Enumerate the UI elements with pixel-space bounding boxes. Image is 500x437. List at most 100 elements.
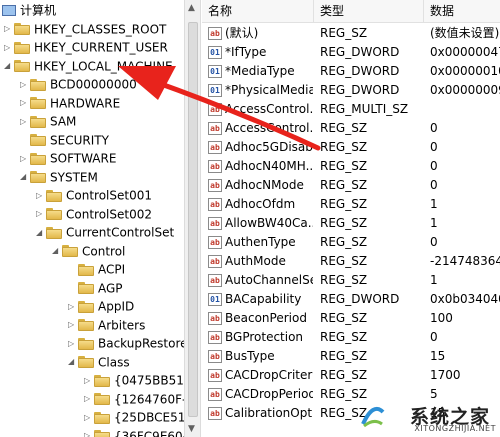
- collapsed-arrow-icon[interactable]: ▷: [20, 76, 30, 94]
- tree-item[interactable]: ◢ HKEY_LOCAL_MACHINE: [4, 57, 173, 75]
- collapsed-arrow-icon[interactable]: ▷: [84, 390, 94, 408]
- folder-icon: [30, 115, 46, 128]
- reg-string-icon: ab: [208, 274, 222, 287]
- scroll-up-icon[interactable]: ▲: [188, 3, 195, 13]
- reg-string-icon: ab: [208, 388, 222, 401]
- expanded-arrow-icon[interactable]: ◢: [52, 242, 62, 260]
- collapsed-arrow-icon[interactable]: ▷: [4, 20, 14, 38]
- tree-item-label: AppID: [98, 299, 135, 314]
- tree-item[interactable]: ▷ BackupRestore: [68, 334, 184, 352]
- reg-binary-icon: 01: [208, 293, 222, 306]
- list-item[interactable]: 01 BACapability REG_DWORD 0x0b034040: [202, 290, 500, 309]
- tree-item[interactable]: ▷ {1264760F-: [84, 390, 184, 408]
- tree-item[interactable]: ▷ {25DBCE51: [84, 408, 184, 426]
- tree-item[interactable]: ▷ ControlSet001: [36, 186, 152, 204]
- list-item[interactable]: ab AccessControl... REG_MULTI_SZ: [202, 100, 500, 119]
- collapsed-arrow-icon[interactable]: ▷: [20, 150, 30, 168]
- list-item[interactable]: abCACDropCriteria REG_SZ 1700: [202, 366, 500, 385]
- column-header-name[interactable]: 名称: [202, 0, 314, 22]
- list-item[interactable]: abAdhoc5GDisable REG_SZ 0: [202, 138, 500, 157]
- tree-item[interactable]: ▷ AppID: [68, 297, 134, 315]
- tree-item[interactable]: SECURITY: [20, 131, 109, 149]
- cell-type: REG_SZ: [320, 121, 368, 135]
- list-item[interactable]: ab AdhocOfdm REG_SZ 1: [202, 195, 500, 214]
- cell-name: AutoChannelSe...: [225, 273, 313, 287]
- tree-item-label: Class: [98, 355, 130, 369]
- collapsed-arrow-icon[interactable]: ▷: [20, 113, 30, 131]
- tree-item[interactable]: ▷ HARDWARE: [20, 94, 120, 112]
- collapsed-arrow-icon[interactable]: ▷: [36, 187, 46, 205]
- list-item[interactable]: ab AccessControl... REG_SZ 0: [202, 119, 500, 138]
- collapsed-arrow-icon[interactable]: ▷: [4, 39, 14, 57]
- tree-item[interactable]: 计算机: [2, 1, 56, 19]
- tree-item[interactable]: ▷ SAM: [20, 112, 76, 130]
- list-item[interactable]: ab (默认) REG_SZ (数值未设置): [202, 24, 500, 43]
- reg-binary-icon: 01: [208, 65, 222, 78]
- tree-item[interactable]: ACPI: [68, 260, 125, 278]
- values-list: 名称 类型 数据 ab (默认) REG_SZ (数值未设置) 01 *IfType REG…: [202, 0, 500, 437]
- collapsed-arrow-icon[interactable]: ▷: [84, 409, 94, 427]
- cell-name: AccessControl...: [225, 121, 313, 135]
- tree-item-label: HARDWARE: [50, 96, 121, 110]
- tree-item[interactable]: ▷ {0475BB51-: [84, 371, 184, 389]
- collapsed-arrow-icon[interactable]: ▷: [68, 335, 78, 353]
- list-item[interactable]: 01*PhysicalMedia... REG_DWORD 0x00000009: [202, 81, 500, 100]
- collapsed-arrow-icon[interactable]: ▷: [68, 316, 78, 334]
- collapsed-arrow-icon[interactable]: ▷: [84, 372, 94, 390]
- reg-string-icon: ab: [208, 255, 222, 268]
- tree-item[interactable]: ▷ ControlSet002: [36, 205, 152, 223]
- tree-item[interactable]: ◢ SYSTEM: [20, 168, 98, 186]
- tree-item[interactable]: ▷ BCD00000000: [20, 75, 137, 93]
- scroll-down-icon[interactable]: ▼: [188, 424, 195, 434]
- reg-string-icon: ab: [208, 236, 222, 249]
- list-item[interactable]: 01 *IfType REG_DWORD 0x00000047: [202, 43, 500, 62]
- cell-data: 0x00000010: [430, 64, 500, 78]
- list-item[interactable]: abAuthMode REG_SZ -2147483647: [202, 252, 500, 271]
- tree-item[interactable]: ▷ Arbiters: [68, 316, 145, 334]
- cell-type: REG_SZ: [320, 349, 368, 363]
- expanded-arrow-icon[interactable]: ◢: [4, 57, 14, 75]
- cell-name: Adhoc5GDisable: [225, 140, 313, 154]
- column-header-data[interactable]: 数据: [424, 0, 500, 22]
- list-item[interactable]: ab BGProtection REG_SZ 0: [202, 328, 500, 347]
- cell-type: REG_SZ: [320, 197, 368, 211]
- cell-name: AccessControl...: [225, 102, 313, 116]
- tree-item[interactable]: ◢ CurrentControlSet: [36, 223, 174, 241]
- cell-type: REG_SZ: [320, 159, 368, 173]
- list-item[interactable]: ab AuthenType REG_SZ 0: [202, 233, 500, 252]
- tree-item[interactable]: ◢ Control: [52, 242, 125, 260]
- collapsed-arrow-icon[interactable]: ▷: [36, 205, 46, 223]
- expanded-arrow-icon[interactable]: ◢: [68, 353, 78, 371]
- collapsed-arrow-icon[interactable]: ▷: [84, 427, 94, 437]
- column-header-type[interactable]: 类型: [314, 0, 424, 22]
- tree-item[interactable]: ◢ Class: [68, 353, 130, 371]
- tree-item-label: ACPI: [98, 262, 126, 277]
- tree-item[interactable]: AGP: [68, 279, 123, 297]
- cell-type: REG_SZ: [320, 330, 368, 344]
- cell-type: REG_DWORD: [320, 45, 400, 59]
- tree-item[interactable]: ▷ HKEY_CURRENT_USER: [4, 38, 168, 56]
- reg-binary-icon: 01: [208, 84, 222, 97]
- cell-data: 15: [430, 349, 446, 363]
- collapsed-arrow-icon[interactable]: ▷: [20, 94, 30, 112]
- list-item[interactable]: 01 *MediaType REG_DWORD 0x00000010: [202, 62, 500, 81]
- expanded-arrow-icon[interactable]: ◢: [36, 224, 46, 242]
- tree-item[interactable]: ▷ SOFTWARE: [20, 149, 116, 167]
- folder-icon: [78, 337, 94, 350]
- collapsed-arrow-icon[interactable]: ▷: [68, 298, 78, 316]
- list-item[interactable]: abAutoChannelSe... REG_SZ 1: [202, 271, 500, 290]
- scrollbar-thumb[interactable]: [188, 22, 198, 417]
- list-item[interactable]: ab BusType REG_SZ 15: [202, 347, 500, 366]
- cell-type: REG_DWORD: [320, 292, 400, 306]
- tree-item[interactable]: ▷ HKEY_CLASSES_ROOT: [4, 20, 166, 38]
- tree-item[interactable]: ▷ {36FC9E60-: [84, 427, 184, 437]
- list-item[interactable]: ab BeaconPeriod REG_SZ 100: [202, 309, 500, 328]
- folder-icon: [14, 41, 30, 54]
- list-item[interactable]: ab AdhocNMode REG_SZ 0: [202, 176, 500, 195]
- tree-scrollbar[interactable]: ▲ ▼: [184, 0, 201, 437]
- list-item[interactable]: ab AdhocN40MH... REG_SZ 0: [202, 157, 500, 176]
- tree-item-label: SYSTEM: [50, 170, 98, 184]
- list-header: 名称 类型 数据: [202, 0, 500, 23]
- list-item[interactable]: ab AllowBW40Ca... REG_SZ 1: [202, 214, 500, 233]
- expanded-arrow-icon[interactable]: ◢: [20, 168, 30, 186]
